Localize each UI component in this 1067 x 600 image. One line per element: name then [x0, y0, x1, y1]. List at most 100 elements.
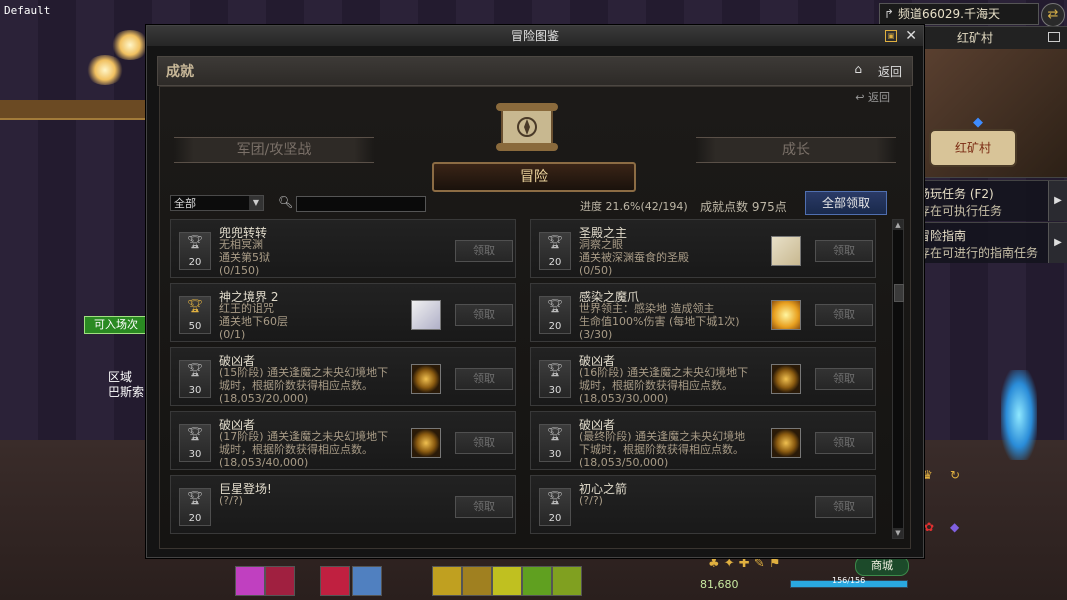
quest-tracker-1[interactable]: 场玩任务 (F2) 存在可执行任务 ▶ — [910, 180, 1067, 221]
achievement-line: (17阶段) 通关逢魔之未央幻境地下 — [219, 430, 389, 443]
achievement-line: 下城时，根据阶数获得相应点数。 — [579, 443, 744, 456]
burst-reward-icon[interactable] — [771, 300, 801, 330]
trophy-icon: 🏆︎ — [546, 363, 564, 378]
trophy-icon: 🏆︎ — [186, 427, 204, 442]
claim-all-button[interactable]: 全部领取 — [805, 191, 887, 215]
claim-button[interactable]: 领取 — [815, 368, 873, 390]
claim-button[interactable]: 领取 — [815, 496, 873, 518]
trophy-badge: 🏆︎ 30 — [539, 360, 571, 398]
home-icon[interactable]: ⌂ — [854, 62, 862, 76]
minimize-icon[interactable]: ▣ — [885, 30, 897, 42]
window-title-bar[interactable]: 冒险图鉴 ▣ ✕ — [147, 26, 923, 46]
maximize-icon[interactable] — [1048, 32, 1060, 42]
player-pin-icon: ◆ — [973, 115, 983, 130]
trophy-points: 20 — [548, 257, 562, 268]
achievement-line: 城时，根据阶数获得相应点数。 — [579, 379, 733, 392]
trophy-icon: 🏆︎ — [186, 363, 204, 378]
gem-icon[interactable]: ◆ — [950, 520, 959, 534]
list-scrollbar[interactable]: ▲ ▼ — [892, 219, 904, 539]
trophy-badge: 🏆︎ 30 — [179, 424, 211, 462]
emblem-reward-icon[interactable] — [411, 364, 441, 394]
emblem-reward-icon[interactable] — [771, 428, 801, 458]
trophy-icon: 🏆︎ — [186, 491, 204, 506]
scroll-down-icon[interactable]: ▼ — [893, 528, 903, 538]
achievement-card: 🏆︎ 20 圣殿之主 洞察之眼 通关被深渊蚕食的圣殿 (0/50) 领取 — [530, 219, 876, 278]
trophy-points: 50 — [188, 321, 202, 332]
back-link-label: 返回 — [868, 91, 890, 104]
expand-arrow-icon[interactable]: ▶ — [1048, 223, 1067, 263]
achievement-card: 🏆︎ 20 感染之魔爪 世界领主：感染地 造成领主 生命值100%伤害 (每地下城1次)… — [530, 283, 876, 342]
category-filter-select[interactable]: 全部 ▼ — [170, 195, 264, 211]
chandelier-light — [110, 30, 150, 60]
claim-button[interactable]: 领取 — [455, 496, 513, 518]
tab-growth[interactable]: 成长 — [696, 137, 896, 163]
channel-switch-button[interactable]: ⇄ — [1041, 3, 1065, 27]
achievement-card: 🏆︎ 30 破凶者 (15阶段) 通关逢魔之未央幻境地下 城时，根据阶数获得相应点数。(… — [170, 347, 516, 406]
skill-slot[interactable] — [352, 566, 382, 596]
filter-value: 全部 — [174, 197, 196, 210]
trophy-icon: 🏆︎ — [186, 235, 204, 250]
menu-icons[interactable]: ♣ ✦ ✚ ✎ ⚑ — [708, 556, 781, 571]
trophy-badge: 🏆︎ 50 — [179, 296, 211, 334]
quest-subtitle: 存在可进行的指南任务 — [918, 246, 1039, 260]
expand-arrow-icon[interactable]: ▶ — [1048, 181, 1067, 221]
tab-legion[interactable]: 军团/攻坚战 — [174, 137, 374, 163]
skill-slot[interactable] — [265, 566, 295, 596]
claim-button[interactable]: 领取 — [455, 240, 513, 262]
achievement-line: 生命值100%伤害 (每地下城1次) — [579, 315, 740, 328]
minimap-town-tag: 红矿村 — [929, 129, 1017, 167]
refresh-icon[interactable]: ↻ — [950, 468, 960, 482]
achievement-line: 通关被深渊蚕食的圣殿 — [579, 251, 689, 264]
claim-button[interactable]: 领取 — [815, 432, 873, 454]
achievement-card: 🏆︎ 50 神之境界 2 红王的诅咒 通关地下60层 (0/1) 领取 — [170, 283, 516, 342]
skill-slot[interactable] — [432, 566, 462, 596]
achievement-points: 成就点数 975点 — [700, 200, 787, 214]
balcony-rail — [0, 100, 150, 120]
back-button[interactable]: 返回 — [878, 63, 902, 80]
emblem-reward-icon[interactable] — [411, 428, 441, 458]
emblem-reward-icon[interactable] — [771, 364, 801, 394]
chandelier-light — [85, 55, 125, 85]
flower-icon[interactable]: ✿ — [924, 520, 934, 534]
shop-button[interactable]: 商城 — [855, 556, 909, 576]
location-icon: ↱ — [883, 7, 895, 21]
scroll-thumb[interactable] — [894, 284, 904, 302]
skill-slot[interactable] — [492, 566, 522, 596]
trophy-icon: 🏆︎ — [186, 299, 204, 314]
achievement-card: 🏆︎ 20 初心之箭 (?/?) 领取 — [530, 475, 876, 534]
channel-display[interactable]: ↱ 频道66029.千海天 — [879, 3, 1039, 25]
claim-button[interactable]: 领取 — [455, 304, 513, 326]
trophy-badge: 🏆︎ 30 — [539, 424, 571, 462]
achievement-line: (18,053/30,000) — [579, 392, 669, 405]
skill-slot[interactable] — [235, 566, 265, 596]
skill-slot[interactable] — [522, 566, 552, 596]
skill-slot[interactable] — [462, 566, 492, 596]
minimap-header: 红矿村 — [921, 27, 1067, 49]
trophy-badge: 🏆︎ 30 — [179, 360, 211, 398]
quest-subtitle: 存在可执行任务 — [918, 204, 1003, 218]
claim-button[interactable]: 领取 — [815, 304, 873, 326]
map-reward-icon[interactable] — [771, 236, 801, 266]
scroll-reward-icon[interactable] — [411, 300, 441, 330]
close-icon[interactable]: ✕ — [905, 26, 917, 46]
search-input[interactable] — [296, 196, 426, 212]
claim-button[interactable]: 领取 — [815, 240, 873, 262]
skill-slot[interactable] — [552, 566, 582, 596]
quest-title: 场玩任务 (F2) — [918, 187, 994, 201]
area-label: 区域 巴斯索 — [108, 370, 144, 400]
channel-name: 频道66029.千海天 — [898, 7, 1000, 21]
achievement-line: (18,053/50,000) — [579, 456, 669, 469]
minimap-body[interactable]: ◆ 红矿村 — [921, 49, 1067, 177]
chevron-down-icon[interactable]: ▼ — [249, 196, 263, 210]
achievement-line: (3/30) — [579, 328, 613, 341]
quest-tracker-2[interactable]: 冒险指南 存在可进行的指南任务 ▶ — [910, 222, 1067, 263]
scroll-up-icon[interactable]: ▲ — [893, 220, 903, 230]
claim-button[interactable]: 领取 — [455, 432, 513, 454]
skill-slot[interactable] — [320, 566, 350, 596]
trophy-points: 20 — [188, 257, 202, 268]
tab-adventure[interactable]: 冒险 — [432, 162, 636, 192]
achievement-line: (16阶段) 通关逢魔之未央幻境地下 — [579, 366, 749, 379]
minimap[interactable]: 红矿村 ◆ 红矿村 — [920, 26, 1067, 178]
back-link[interactable]: ↩ 返回 — [855, 89, 890, 105]
claim-button[interactable]: 领取 — [455, 368, 513, 390]
